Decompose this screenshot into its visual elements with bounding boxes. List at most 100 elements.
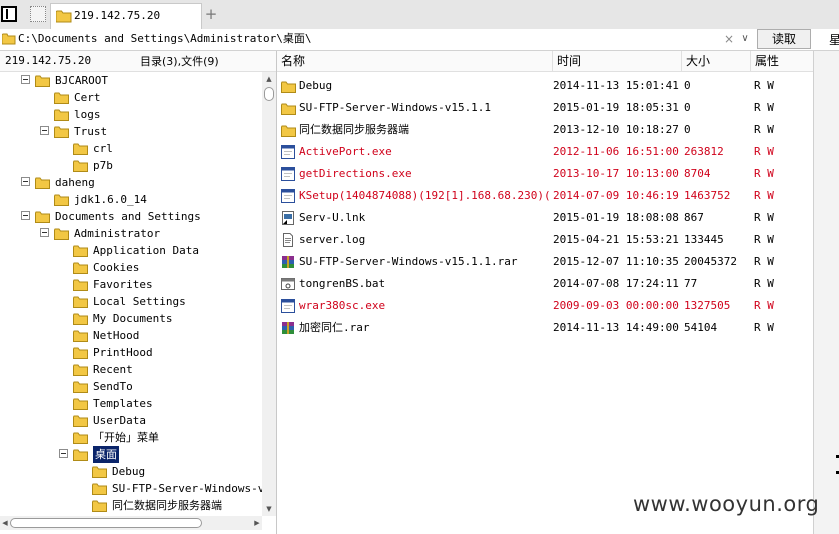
tree-item[interactable]: Local Settings bbox=[0, 293, 262, 310]
tree-item-label: 同仁数据同步服务器端 bbox=[112, 499, 222, 512]
tree-item-label: Cookies bbox=[93, 261, 140, 274]
column-time[interactable]: 时间 bbox=[553, 51, 682, 71]
tree-item[interactable]: Administrator bbox=[0, 225, 262, 242]
tree-item[interactable]: BJCAROOT bbox=[0, 72, 262, 89]
tree-item[interactable]: Cert bbox=[0, 89, 262, 106]
file-size: 0 bbox=[684, 79, 691, 92]
right-strip-label: 星 bbox=[829, 33, 839, 47]
folder-icon bbox=[281, 101, 296, 115]
file-size: 1327505 bbox=[684, 299, 731, 312]
file-row[interactable]: SU-FTP-Server-Windows-v15.1.1 2015-01-19 … bbox=[277, 97, 813, 119]
tree-item-label: PrintHood bbox=[93, 346, 153, 359]
scroll-left-arrow-icon[interactable]: ◀ bbox=[0, 516, 10, 530]
collapse-toggle-icon[interactable] bbox=[21, 211, 30, 220]
tree-item-label: Administrator bbox=[74, 227, 161, 240]
file-size: 77 bbox=[684, 277, 698, 290]
inactive-tab-icon[interactable] bbox=[30, 6, 46, 22]
file-time: 2015-12-07 11:10:35 bbox=[553, 255, 679, 268]
path-input[interactable]: C:\Documents and Settings\Administrator\… bbox=[18, 30, 754, 48]
tree-item[interactable]: SendTo bbox=[0, 378, 262, 395]
tab-host[interactable]: 219.142.75.20 bbox=[50, 3, 202, 29]
tree-item[interactable]: UserData bbox=[0, 412, 262, 429]
tree-item[interactable]: Documents and Settings bbox=[0, 208, 262, 225]
file-attr: R W bbox=[754, 79, 774, 92]
tree-item[interactable]: SU-FTP-Server-Windows-v15 bbox=[0, 480, 262, 497]
clear-icon[interactable]: × bbox=[722, 30, 736, 48]
collapse-toggle-icon[interactable] bbox=[21, 177, 30, 186]
collapse-toggle-icon[interactable] bbox=[59, 449, 68, 458]
read-button[interactable]: 读取 bbox=[757, 29, 811, 49]
tree-item[interactable]: Favorites bbox=[0, 276, 262, 293]
tree-item-label: My Documents bbox=[93, 312, 173, 325]
chevron-down-icon[interactable]: ∨ bbox=[738, 30, 752, 48]
file-name: getDirections.exe bbox=[299, 167, 412, 180]
tree-item[interactable]: Debug bbox=[0, 463, 262, 480]
tree-item[interactable]: PrintHood bbox=[0, 344, 262, 361]
scroll-down-arrow-icon[interactable]: ▼ bbox=[262, 502, 276, 516]
file-size: 867 bbox=[684, 211, 704, 224]
scroll-thumb[interactable] bbox=[10, 518, 202, 528]
file-row[interactable]: SU-FTP-Server-Windows-v15.1.1.rar 2015-12… bbox=[277, 251, 813, 273]
exe-icon bbox=[281, 145, 295, 159]
tree-item[interactable]: Trust bbox=[0, 123, 262, 140]
tree-item[interactable]: 「开始」菜单 bbox=[0, 429, 262, 446]
tab-bar: 219.142.75.20 + bbox=[0, 0, 839, 30]
file-row[interactable]: ActivePort.exe 2012-11-06 16:51:00 263812 R… bbox=[277, 141, 813, 163]
column-name[interactable]: 名称 bbox=[277, 51, 553, 71]
file-time: 2014-11-13 14:49:00 bbox=[553, 321, 679, 334]
item-count-label: 目录(3),文件(9) bbox=[140, 55, 219, 68]
file-row[interactable]: wrar380sc.exe 2009-09-03 00:00:00 1327505 R… bbox=[277, 295, 813, 317]
vertical-scrollbar[interactable]: ▲ ▼ bbox=[262, 72, 276, 516]
window-toggle-icon[interactable] bbox=[1, 6, 17, 22]
file-row[interactable]: Debug 2014-11-13 15:01:41 0 R W bbox=[277, 75, 813, 97]
collapse-toggle-icon[interactable] bbox=[40, 228, 49, 237]
scroll-up-arrow-icon[interactable]: ▲ bbox=[262, 72, 276, 86]
file-size: 0 bbox=[684, 123, 691, 136]
tree-item-label: Templates bbox=[93, 397, 153, 410]
file-row[interactable]: tongrenBS.bat 2014-07-08 17:24:11 77 R W bbox=[277, 273, 813, 295]
new-tab-button[interactable]: + bbox=[204, 5, 218, 23]
column-attr[interactable]: 属性 bbox=[751, 51, 813, 71]
log-file-icon bbox=[281, 233, 295, 247]
tree-item-label: p7b bbox=[93, 159, 113, 172]
file-row[interactable]: server.log 2015-04-21 15:53:21 133445 R W bbox=[277, 229, 813, 251]
file-time: 2012-11-06 16:51:00 bbox=[553, 145, 679, 158]
file-size: 1463752 bbox=[684, 189, 731, 202]
tree-item[interactable]: My Documents bbox=[0, 310, 262, 327]
file-row[interactable]: 同仁数据同步服务器端 2013-12-10 10:18:27 0 R W bbox=[277, 119, 813, 141]
column-size[interactable]: 大小 bbox=[682, 51, 751, 71]
file-name: 同仁数据同步服务器端 bbox=[299, 123, 409, 136]
tree-item[interactable]: 桌面 bbox=[0, 446, 262, 463]
tree-item[interactable]: daheng bbox=[0, 174, 262, 191]
file-row[interactable]: getDirections.exe 2013-10-17 10:13:00 8704… bbox=[277, 163, 813, 185]
tree-item-label: UserData bbox=[93, 414, 146, 427]
tree-item[interactable]: Recent bbox=[0, 361, 262, 378]
tree-item-label: 桌面 bbox=[93, 446, 119, 463]
file-time: 2015-01-19 18:05:31 bbox=[553, 101, 679, 114]
collapse-toggle-icon[interactable] bbox=[40, 126, 49, 135]
bat-file-icon bbox=[281, 277, 295, 291]
tree-item[interactable]: jdk1.6.0_14 bbox=[0, 191, 262, 208]
scroll-right-arrow-icon[interactable]: ▶ bbox=[252, 516, 262, 530]
file-row[interactable]: 加密同仁.rar 2014-11-13 14:49:00 54104 R W bbox=[277, 317, 813, 339]
tree-item[interactable]: p7b bbox=[0, 157, 262, 174]
rar-archive-icon bbox=[281, 321, 295, 335]
tree-item[interactable]: crl bbox=[0, 140, 262, 157]
tree-item-label: SendTo bbox=[93, 380, 133, 393]
file-attr: R W bbox=[754, 255, 774, 268]
tree-item[interactable]: Application Data bbox=[0, 242, 262, 259]
tree-item[interactable]: Templates bbox=[0, 395, 262, 412]
tree-item[interactable]: Cookies bbox=[0, 259, 262, 276]
tree-item[interactable]: 同仁数据同步服务器端 bbox=[0, 497, 262, 514]
tree-item[interactable]: NetHood bbox=[0, 327, 262, 344]
file-row[interactable]: KSetup(1404874088)(192[1].168.68.230)(..… bbox=[277, 185, 813, 207]
tree-item[interactable]: logs bbox=[0, 106, 262, 123]
tree-item-label: Cert bbox=[74, 91, 101, 104]
file-attr: R W bbox=[754, 101, 774, 114]
horizontal-scrollbar[interactable]: ◀ ▶ bbox=[0, 516, 262, 530]
file-list: 名称 时间 大小 属性 Debug 2014-11-13 15:01:41 0 R W… bbox=[277, 51, 813, 534]
scroll-thumb[interactable] bbox=[264, 87, 274, 101]
collapse-toggle-icon[interactable] bbox=[21, 75, 30, 84]
tree-item-label: Favorites bbox=[93, 278, 153, 291]
file-row[interactable]: Serv-U.lnk 2015-01-19 18:08:08 867 R W bbox=[277, 207, 813, 229]
